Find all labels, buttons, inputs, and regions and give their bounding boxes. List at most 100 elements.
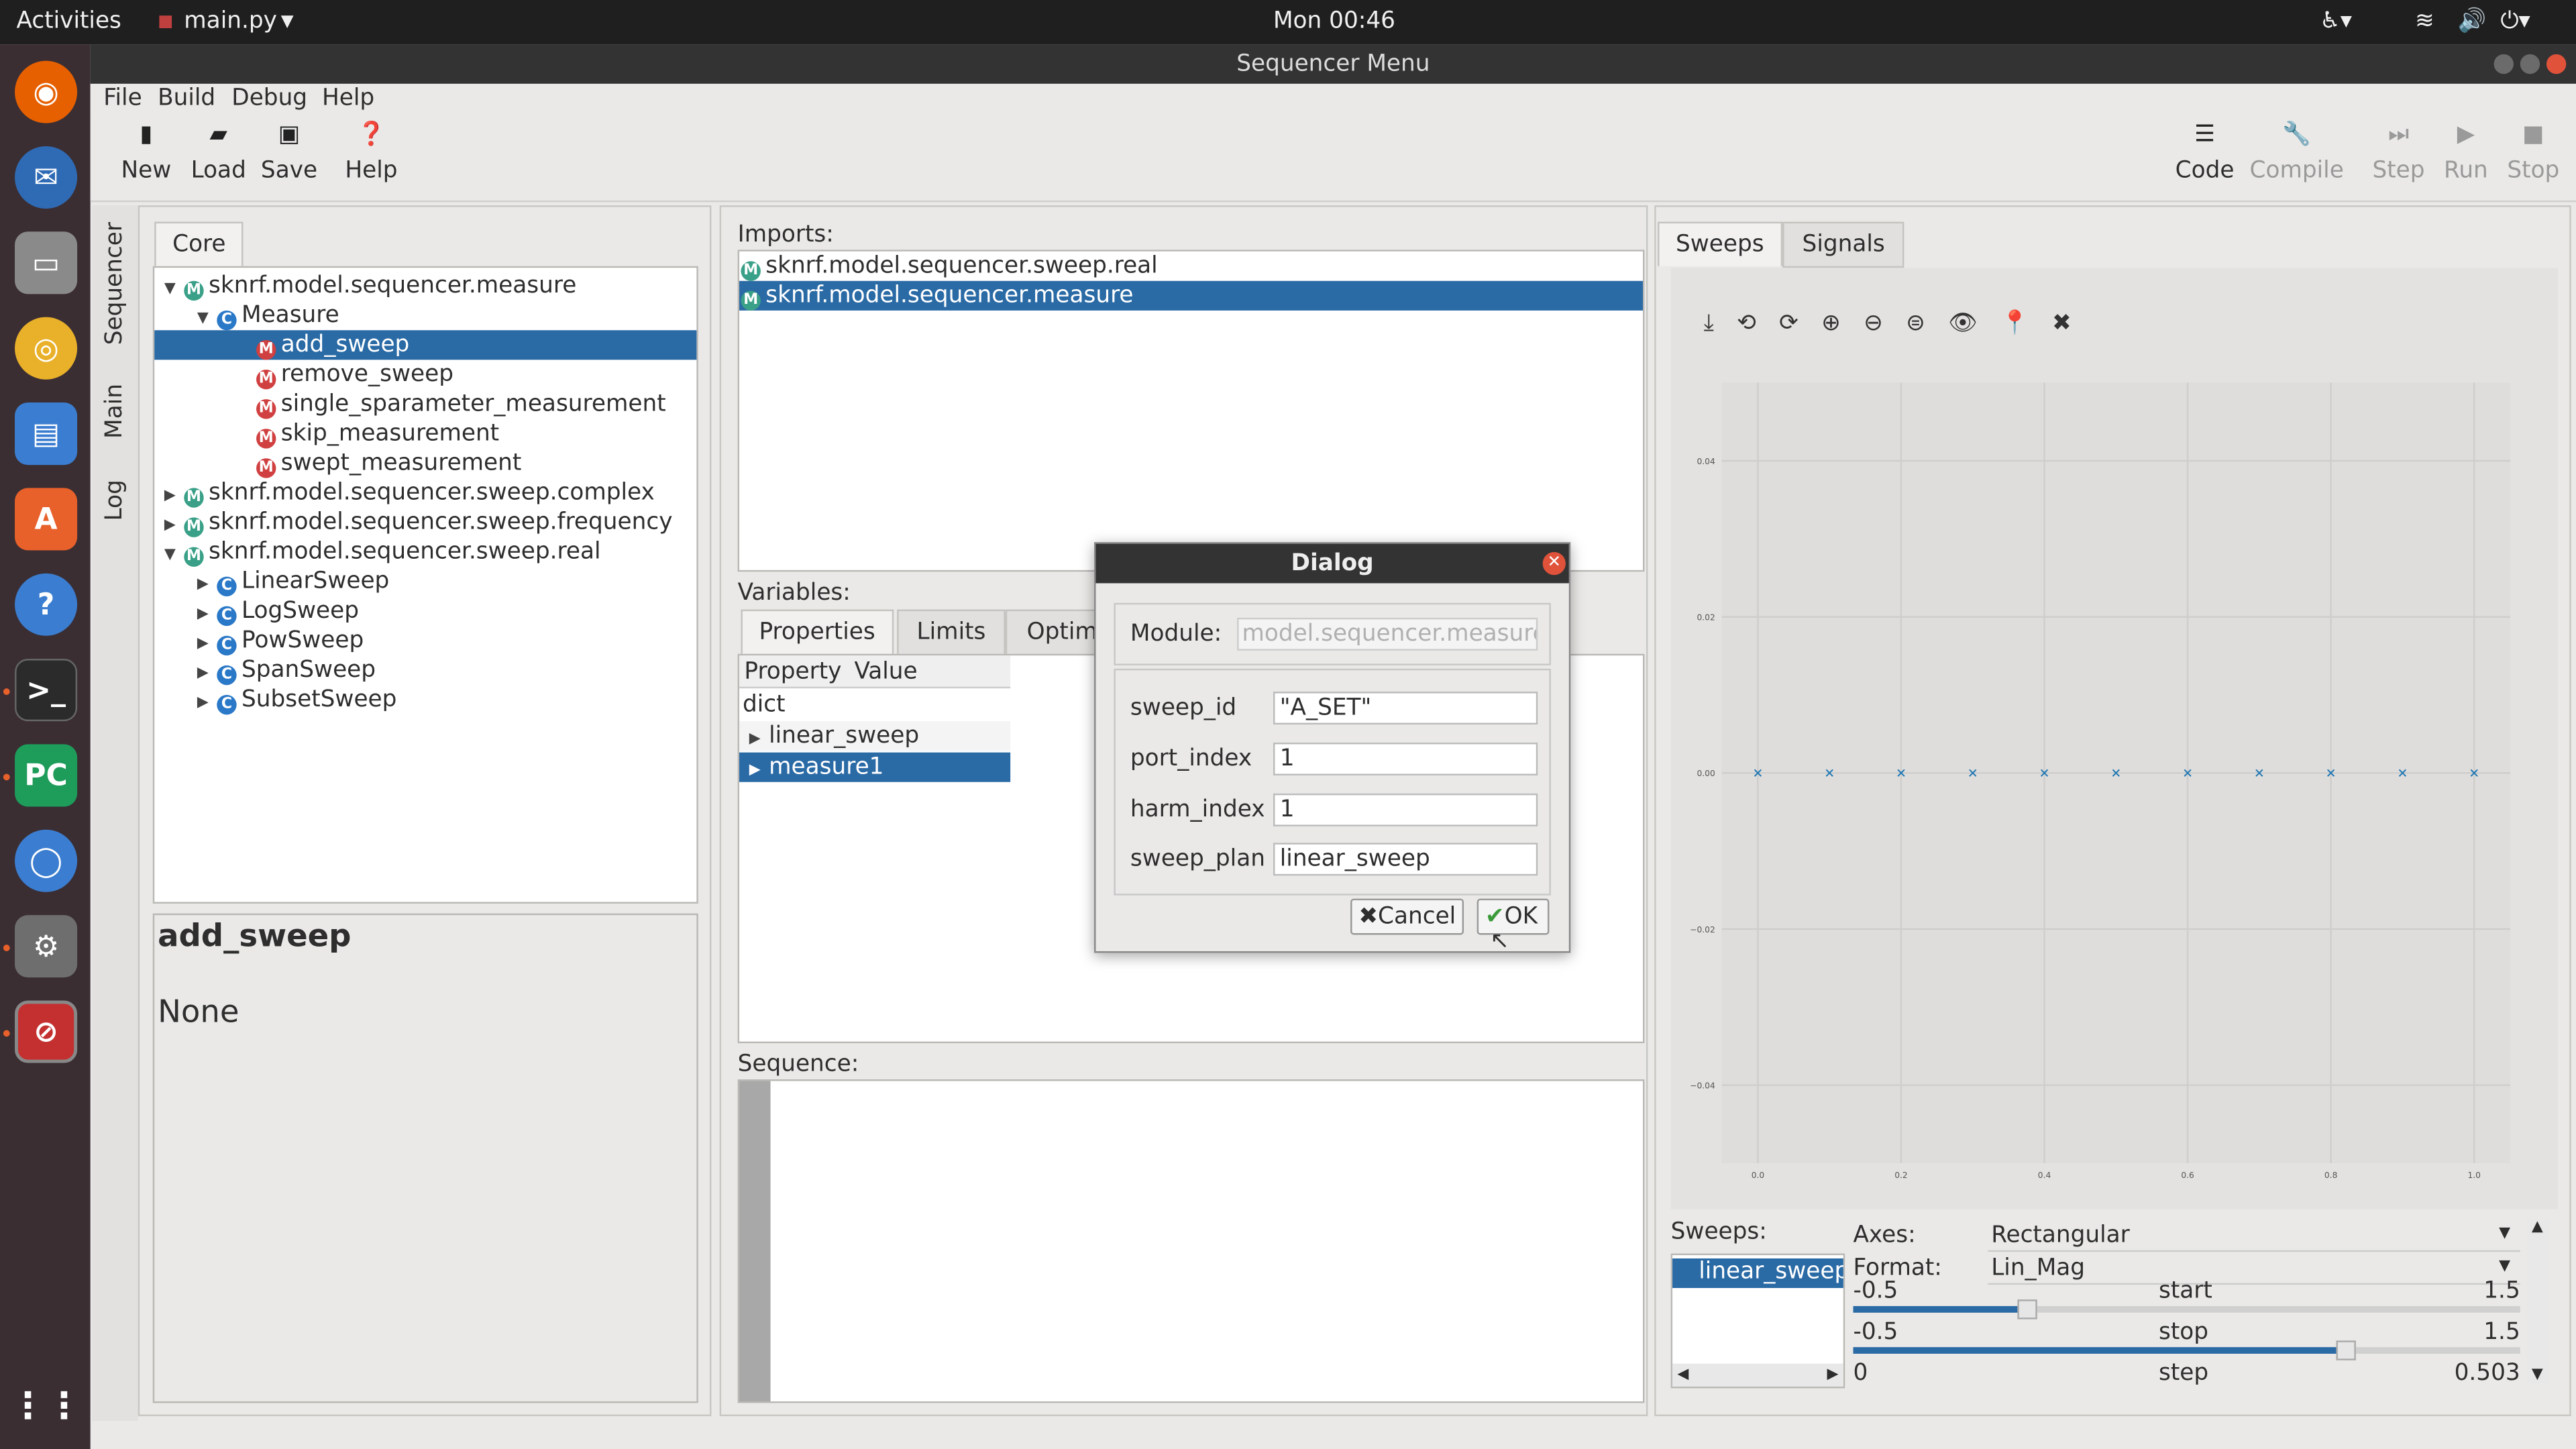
help-icon[interactable]: ? bbox=[15, 573, 78, 636]
cancel-button[interactable]: ✖Cancel bbox=[1350, 898, 1464, 935]
tree-item[interactable]: Mskip_measurement bbox=[256, 419, 499, 449]
y-tick-label: 0.00 bbox=[1697, 769, 1715, 778]
step-slider[interactable]: 0 step 0.503 bbox=[1853, 1362, 2520, 1389]
table-row-selected[interactable]: ▶ measure1 bbox=[739, 752, 1011, 782]
tree-item[interactable]: Mremove_sweep bbox=[256, 360, 453, 390]
pin-icon[interactable]: 📍 bbox=[2000, 311, 2052, 337]
tree-item[interactable]: ▶ C PowSweep bbox=[197, 626, 364, 656]
run-button[interactable]: ▶ Run bbox=[2441, 117, 2490, 199]
tab-properties[interactable]: Properties bbox=[741, 609, 894, 654]
tab-limits[interactable]: Limits bbox=[897, 609, 1006, 656]
table-row[interactable]: ▶ linear_sweep bbox=[739, 721, 1011, 751]
axes-select[interactable]: Rectangular ▼ bbox=[1988, 1219, 2520, 1252]
horizontal-scrollbar[interactable]: ◀ ▶ bbox=[1672, 1363, 1843, 1387]
chevron-down-icon: ▼ bbox=[2499, 1225, 2511, 1242]
menu-help[interactable]: Help bbox=[322, 85, 374, 111]
app-menu[interactable]: main.py bbox=[184, 8, 277, 34]
redo-icon[interactable]: ⟳ bbox=[1779, 311, 1821, 337]
minimize-button[interactable] bbox=[2493, 54, 2514, 74]
tree-item[interactable]: ▶ C SpanSweep bbox=[197, 655, 376, 686]
format-select[interactable]: Lin_Mag ▼ bbox=[1988, 1252, 2520, 1285]
download-icon[interactable]: ⤓ bbox=[1704, 311, 1737, 337]
tree-item[interactable]: ▼ Msknrf.model.sequencer.sweep.real bbox=[164, 537, 601, 567]
clock[interactable]: Mon 00:46 bbox=[1273, 8, 1395, 34]
ok-button[interactable]: ✔OK bbox=[1477, 898, 1550, 935]
save-button[interactable]: ▣ Save bbox=[260, 117, 319, 199]
tree-item[interactable]: Mswept_measurement bbox=[256, 449, 521, 478]
tab-sweeps[interactable]: Sweeps bbox=[1658, 221, 1782, 266]
tab-signals[interactable]: Signals bbox=[1782, 221, 1905, 268]
zoom-in-icon[interactable]: ⊕ bbox=[1821, 311, 1864, 337]
port-index-input[interactable]: 1 bbox=[1273, 742, 1538, 775]
sweep-id-input[interactable]: "A_SET" bbox=[1273, 692, 1538, 725]
accessibility-icon[interactable]: ♿▾ bbox=[2320, 8, 2352, 34]
step-button[interactable]: ⏭ Step bbox=[2371, 117, 2426, 199]
undo-icon[interactable]: ⟲ bbox=[1737, 311, 1779, 337]
volume-icon[interactable]: 🔊 bbox=[2458, 8, 2487, 34]
stop-slider[interactable]: -0.5 stop 1.5 bbox=[1853, 1321, 2520, 1362]
power-icon[interactable]: ⏻▾ bbox=[2500, 8, 2530, 34]
close-button[interactable] bbox=[2546, 54, 2567, 74]
scroll-down-icon[interactable]: ▼ bbox=[2532, 1367, 2543, 1383]
tree-item-selected[interactable]: Madd_sweep bbox=[154, 330, 697, 360]
software-icon[interactable]: A bbox=[15, 488, 78, 551]
scroll-left-icon[interactable]: ◀ bbox=[1677, 1364, 1688, 1387]
terminal-icon[interactable]: >_ bbox=[15, 659, 78, 722]
settings-icon[interactable]: ⚙ bbox=[15, 915, 78, 978]
firefox-icon[interactable]: ◉ bbox=[15, 60, 78, 123]
collapsed-arrow-icon: ▶ bbox=[197, 665, 209, 682]
class-icon: C bbox=[217, 310, 237, 331]
doc-body: None bbox=[158, 994, 239, 1030]
show-apps-icon[interactable]: ⋮⋮ bbox=[10, 1375, 83, 1438]
load-button[interactable]: ▰ Load bbox=[189, 117, 248, 199]
vertical-scrollbar[interactable]: ▲ ▼ bbox=[2526, 1219, 2550, 1384]
tree-item[interactable]: ▼ C Measure bbox=[197, 301, 339, 331]
pycharm-icon[interactable]: PC bbox=[15, 744, 78, 807]
zoom-fit-icon[interactable]: ⊜ bbox=[1906, 311, 1948, 337]
harm-index-input[interactable]: 1 bbox=[1273, 793, 1538, 826]
tab-sequencer[interactable]: Sequencer bbox=[102, 222, 128, 345]
rhythmbox-icon[interactable]: ◎ bbox=[15, 317, 78, 380]
sequencer-app-icon[interactable]: ⊘ bbox=[15, 1000, 78, 1063]
code-button[interactable]: ☰ Code bbox=[2174, 117, 2236, 199]
sweep-plan-input[interactable]: linear_sweep bbox=[1273, 843, 1538, 876]
list-item[interactable]: Msknrf.model.sequencer.sweep.real bbox=[741, 252, 1158, 281]
activities-button[interactable]: Activities bbox=[16, 8, 121, 34]
sequence-editor[interactable] bbox=[737, 1079, 1645, 1403]
dialog-close-icon[interactable]: ✕ bbox=[1542, 551, 1566, 576]
list-item-selected[interactable]: linear_sweep bbox=[1672, 1258, 1843, 1289]
list-item-selected[interactable]: Msknrf.model.sequencer.measure bbox=[739, 280, 1643, 311]
thunderbird-icon[interactable]: ✉ bbox=[15, 146, 78, 209]
help-button[interactable]: ❓ Help bbox=[341, 117, 400, 199]
files-icon[interactable]: ▭ bbox=[15, 231, 78, 294]
tree-item[interactable]: ▶ C LogSweep bbox=[197, 596, 359, 627]
tree-item[interactable]: ▶ C LinearSweep bbox=[197, 567, 389, 596]
tree-item[interactable]: ▶ C SubsetSweep bbox=[197, 685, 396, 715]
writer-icon[interactable]: ▤ bbox=[15, 402, 78, 466]
tree-item[interactable]: ▼ Msknrf.model.sequencer.measure bbox=[164, 271, 576, 301]
compile-button[interactable]: 🔧 Compile bbox=[2247, 117, 2346, 199]
scroll-up-icon[interactable]: ▲ bbox=[2532, 1219, 2543, 1235]
chromium-icon[interactable]: ◯ bbox=[15, 829, 78, 892]
new-button[interactable]: ▮ New bbox=[117, 117, 176, 199]
stop-button[interactable]: ■ Stop bbox=[2506, 117, 2561, 199]
network-icon[interactable]: ≋ bbox=[2415, 8, 2434, 34]
start-slider[interactable]: -0.5 start 1.5 bbox=[1853, 1280, 2520, 1321]
menu-file[interactable]: File bbox=[103, 85, 142, 111]
tree-item[interactable]: Msingle_sparameter_measurement bbox=[256, 389, 666, 419]
scroll-right-icon[interactable]: ▶ bbox=[1827, 1364, 1838, 1387]
tab-main[interactable]: Main bbox=[102, 384, 128, 439]
tab-log[interactable]: Log bbox=[102, 480, 128, 521]
visibility-icon[interactable]: 👁 bbox=[1948, 311, 2000, 337]
close-icon[interactable]: ✖ bbox=[2052, 311, 2094, 337]
tab-core[interactable]: Core bbox=[154, 221, 244, 266]
slider-handle[interactable] bbox=[2336, 1340, 2356, 1360]
menu-debug[interactable]: Debug bbox=[231, 85, 307, 111]
zoom-out-icon[interactable]: ⊖ bbox=[1864, 311, 1906, 337]
maximize-button[interactable] bbox=[2520, 54, 2540, 74]
table-row[interactable]: dict bbox=[743, 690, 786, 720]
slider-handle[interactable] bbox=[2017, 1299, 2037, 1320]
tree-item[interactable]: ▶ Msknrf.model.sequencer.sweep.complex bbox=[164, 478, 655, 508]
tree-item[interactable]: ▶ Msknrf.model.sequencer.sweep.frequency bbox=[164, 508, 673, 537]
menu-build[interactable]: Build bbox=[158, 85, 215, 111]
